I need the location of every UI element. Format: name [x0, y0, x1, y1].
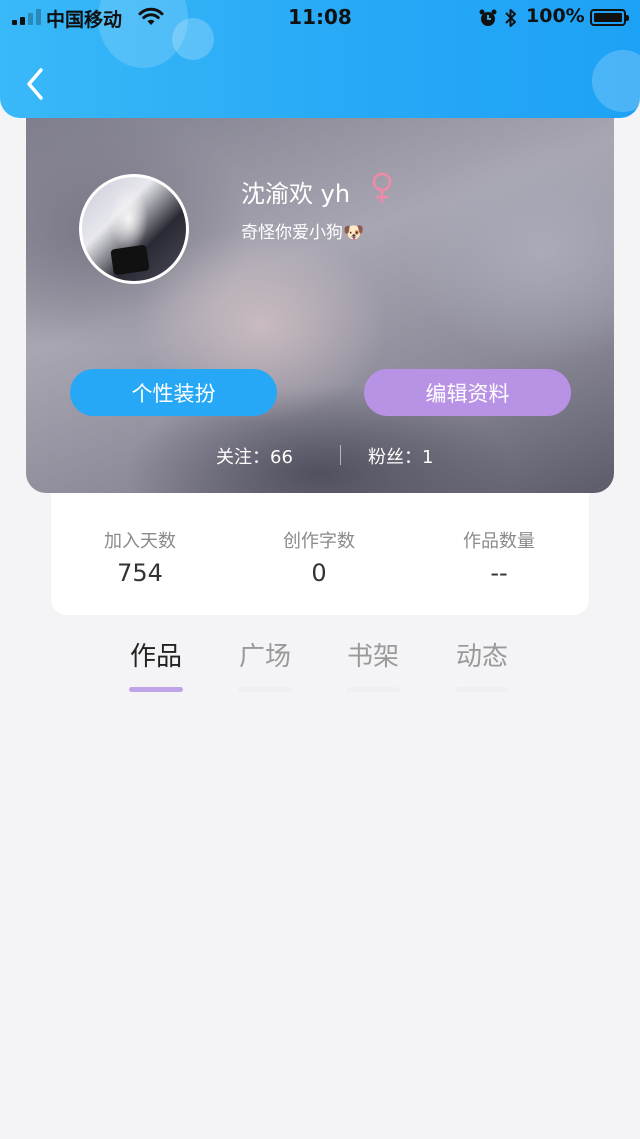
follow-stats: 关注：66 粉丝：1 [26, 443, 614, 469]
chevron-left-icon [27, 68, 43, 100]
tab-label: 书架 [346, 642, 399, 672]
stat-word-count: 创作字数 0 [239, 527, 399, 587]
tab-label: 广场 [238, 642, 291, 672]
back-button[interactable] [20, 64, 52, 104]
profile-screen: 中国移动 11:08 100% 沈渝欢 yh 奇怪你爱小狗🐶 个性装扮 编辑资料… [0, 0, 640, 1139]
tab-bookshelf[interactable]: 书架 [328, 636, 418, 692]
stat-join-days: 加入天数 754 [60, 527, 220, 587]
fans-count[interactable]: 粉丝：1 [368, 443, 433, 469]
header-bar: 中国移动 11:08 100% [0, 0, 640, 118]
tab-label: 动态 [455, 642, 508, 672]
tab-indicator [346, 687, 400, 692]
decor-bubble [592, 50, 640, 112]
avatar[interactable] [79, 174, 189, 284]
following-value: 66 [270, 447, 293, 468]
status-bar: 中国移动 11:08 100% [0, 0, 640, 36]
fans-value: 1 [422, 447, 434, 468]
stat-label: 创作字数 [283, 531, 355, 552]
profile-card: 沈渝欢 yh 奇怪你爱小狗🐶 个性装扮 编辑资料 关注：66 粉丝：1 [26, 118, 614, 493]
stats-panel: 加入天数 754 创作字数 0 作品数量 -- [51, 493, 589, 615]
edit-profile-button[interactable]: 编辑资料 [364, 369, 571, 416]
following-label: 关注： [216, 447, 270, 468]
tab-square[interactable]: 广场 [220, 636, 310, 692]
tab-activity[interactable]: 动态 [437, 636, 527, 692]
tab-indicator [129, 687, 183, 692]
female-icon [372, 172, 392, 203]
tab-indicator [238, 687, 292, 692]
following-count[interactable]: 关注：66 [216, 443, 293, 469]
tab-label: 作品 [129, 642, 182, 672]
username: 沈渝欢 yh [241, 180, 351, 208]
battery-percent: 100% [526, 5, 585, 27]
personal-dressup-button[interactable]: 个性装扮 [70, 369, 277, 416]
stat-value: 754 [117, 559, 163, 587]
profile-bio: 奇怪你爱小狗🐶 [241, 223, 365, 243]
stat-works-count: 作品数量 -- [419, 527, 579, 587]
bluetooth-icon [505, 9, 516, 27]
fans-label: 粉丝： [368, 447, 422, 468]
alarm-icon [479, 9, 497, 26]
stat-label: 加入天数 [104, 531, 176, 552]
content-tabs: 作品 广场 书架 动态 [0, 636, 640, 696]
stat-value: 0 [311, 559, 327, 587]
stat-label: 作品数量 [463, 531, 535, 552]
tab-works[interactable]: 作品 [111, 636, 201, 692]
tab-indicator [455, 687, 509, 692]
stat-value: -- [490, 559, 508, 587]
divider [340, 445, 341, 465]
battery-icon [590, 9, 629, 26]
